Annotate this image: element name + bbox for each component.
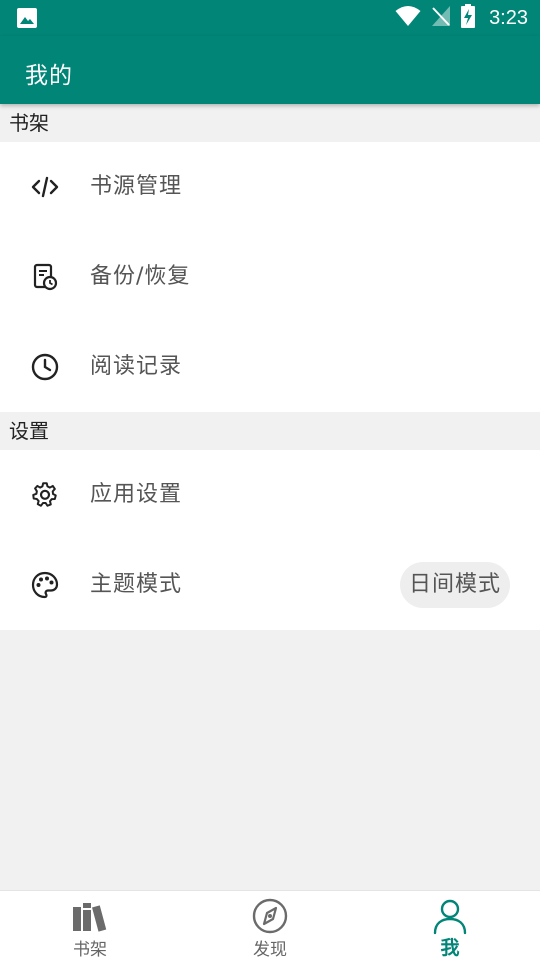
- menu-item-label: 书源管理: [90, 174, 183, 199]
- palette-icon: [31, 571, 59, 599]
- nav-label: 发现: [253, 940, 287, 960]
- nav-item-discover[interactable]: 发现: [180, 891, 360, 960]
- bottom-navigation: 书架 发现 我: [0, 890, 540, 960]
- menu-item-label: 备份/恢复: [90, 264, 191, 289]
- theme-mode-value[interactable]: 日间模式: [399, 562, 510, 608]
- menu-item-app-settings[interactable]: 应用设置: [0, 450, 540, 540]
- nav-label: 书架: [73, 940, 107, 960]
- menu-item-label: 应用设置: [90, 482, 183, 507]
- menu-item-label: 主题模式: [90, 572, 183, 597]
- nav-label: 我: [440, 937, 460, 959]
- section-header-bookshelf: 书架: [0, 104, 540, 142]
- nav-item-bookshelf[interactable]: 书架: [0, 891, 180, 960]
- nav-item-me[interactable]: 我: [360, 891, 540, 960]
- no-signal-icon: [431, 5, 451, 31]
- status-bar: 3:23: [0, 0, 540, 36]
- books-icon: [70, 897, 110, 935]
- menu-item-reading-history[interactable]: 阅读记录: [0, 322, 540, 412]
- gallery-icon: [16, 7, 38, 33]
- compass-icon: [250, 897, 290, 935]
- battery-charging-icon: [461, 4, 476, 32]
- page-title: 我的: [25, 63, 73, 89]
- menu-item-label: 阅读记录: [90, 354, 183, 379]
- clock-icon: [31, 353, 59, 381]
- settings-group: 应用设置 主题模式 日间模式: [0, 450, 540, 630]
- person-icon: [430, 897, 470, 935]
- menu-item-book-sources[interactable]: 书源管理: [0, 142, 540, 232]
- bookshelf-group: 书源管理 备份/恢复 阅读记录: [0, 142, 540, 412]
- backup-restore-icon: [31, 263, 59, 291]
- section-header-settings: 设置: [0, 412, 540, 450]
- menu-item-backup-restore[interactable]: 备份/恢复: [0, 232, 540, 322]
- wifi-icon: [395, 5, 421, 31]
- app-bar: 我的: [0, 36, 540, 104]
- status-time: 3:23: [489, 6, 528, 29]
- gear-icon: [31, 481, 59, 509]
- code-icon: [31, 173, 59, 201]
- menu-item-theme-mode[interactable]: 主题模式 日间模式: [0, 540, 540, 630]
